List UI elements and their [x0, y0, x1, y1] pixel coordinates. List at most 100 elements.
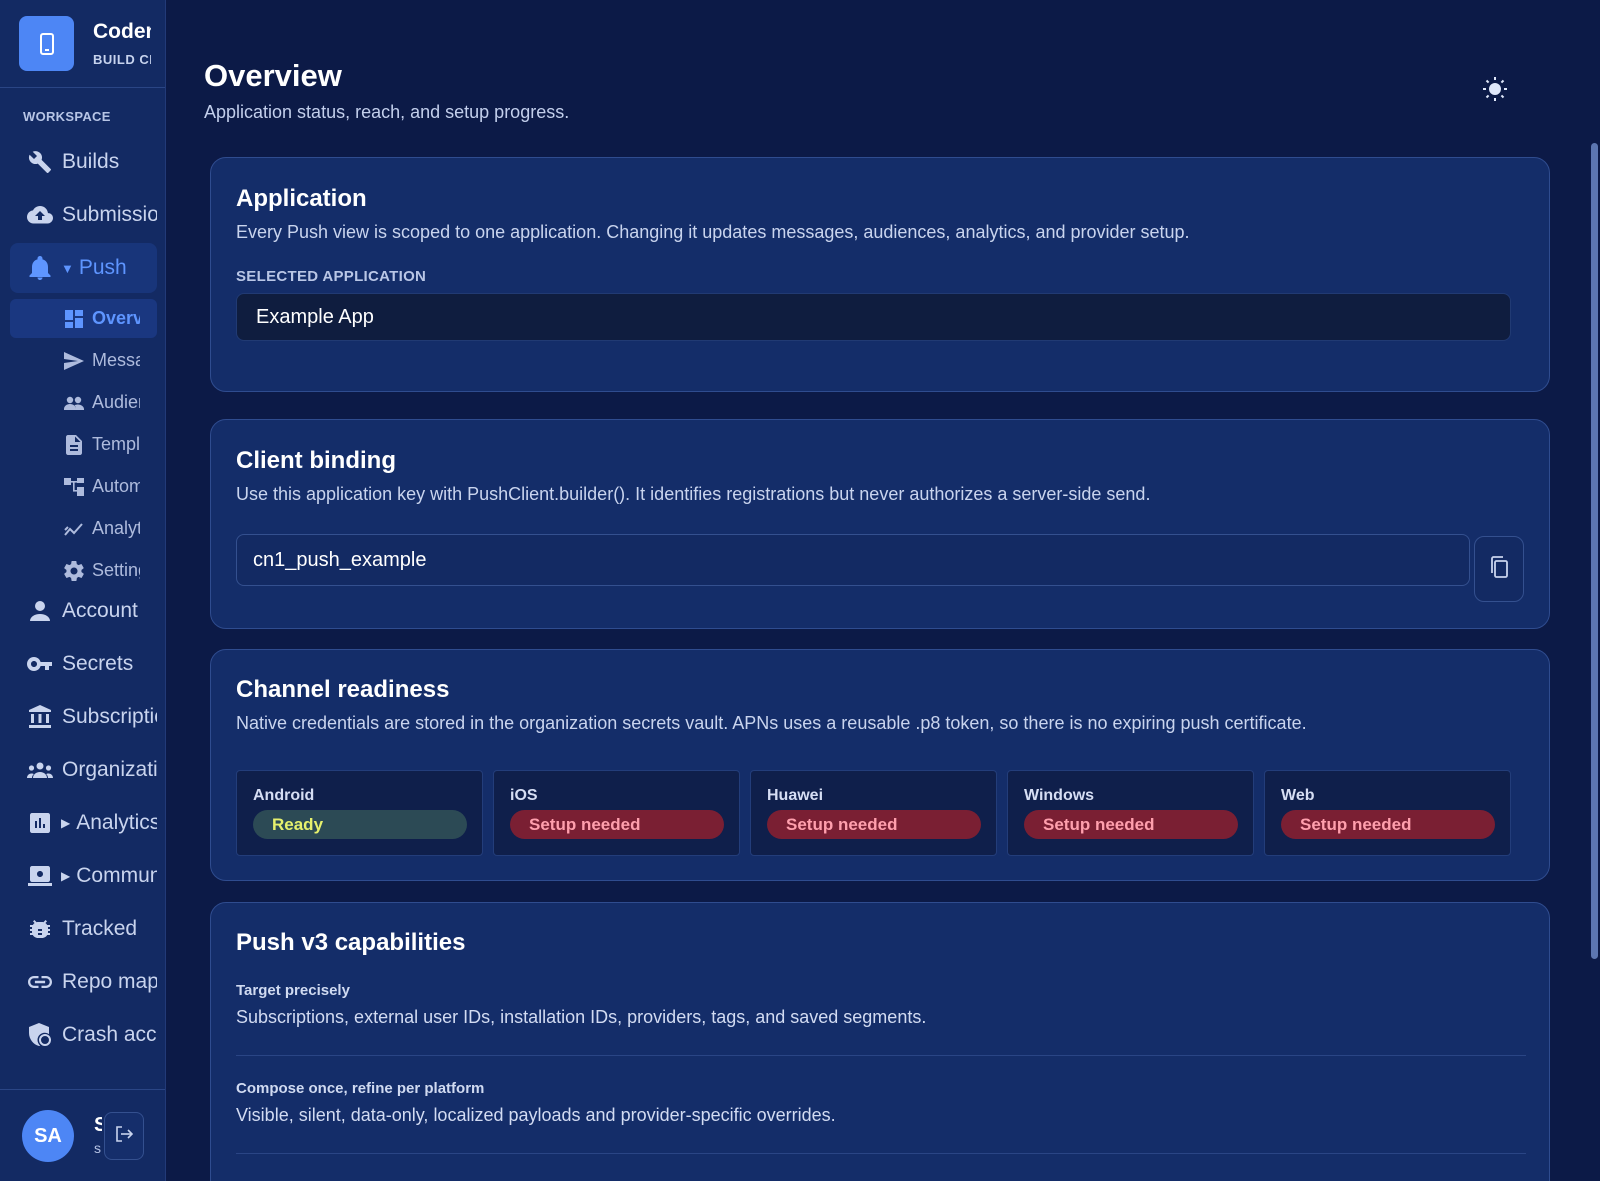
channel-name: Huawei — [767, 787, 824, 804]
application-card: Application Every Push view is scoped to… — [210, 157, 1550, 392]
sidebar-item-organization[interactable]: Organization — [10, 745, 157, 795]
section-label: WORKSPACE — [23, 109, 111, 124]
sidebar-subitem-label: Automations — [92, 476, 140, 496]
channel-readiness-card: Channel readiness Native credentials are… — [210, 649, 1550, 881]
chevron-right-icon: ▶ — [61, 816, 71, 830]
wrench-icon — [27, 149, 53, 175]
divider — [236, 1055, 1526, 1056]
status-badge: Setup needed — [767, 810, 981, 839]
sidebar-subitem-automations[interactable]: Automations — [10, 467, 157, 506]
sidebar-subitem-label: Analytics — [92, 518, 140, 538]
channel-huawei: Huawei Setup needed — [750, 770, 997, 856]
sidebar-item-builds[interactable]: Builds — [10, 137, 157, 187]
status-badge: Setup needed — [1281, 810, 1495, 839]
capability-title: Compose once, refine per platform — [236, 1080, 485, 1097]
client-binding-card: Client binding Use this application key … — [210, 419, 1550, 629]
sidebar-subitem-analytics[interactable]: Analytics — [10, 509, 157, 548]
sidebar-item-secrets[interactable]: Secrets — [10, 639, 157, 689]
sidebar-item-label: Secrets — [62, 652, 134, 675]
sun-icon — [1482, 76, 1508, 107]
sidebar-subitem-settings[interactable]: Settings — [10, 551, 157, 590]
channel-windows: Windows Setup needed — [1007, 770, 1254, 856]
page-title: Overview — [204, 58, 342, 93]
capability-text: Visible, silent, data-only, localized pa… — [236, 1105, 836, 1125]
sidebar-subitem-label: Overview — [92, 308, 140, 328]
sidebar-item-label: Community — [76, 864, 157, 887]
sidebar-subitem-label: Settings — [92, 560, 140, 580]
sidebar-item-label: Repo mapping — [62, 970, 157, 993]
sidebar-item-label: Organization — [62, 758, 157, 781]
sidebar-subitem-label: Templates — [92, 434, 140, 454]
user-bar: SA S s — [0, 1089, 165, 1181]
copy-icon — [1489, 555, 1509, 583]
copy-button[interactable] — [1474, 536, 1524, 602]
channel-android: Android Ready — [236, 770, 483, 856]
channel-web: Web Setup needed — [1264, 770, 1511, 856]
logout-icon — [115, 1125, 134, 1147]
brand-text: Codename One BUILD CLOUD — [93, 20, 151, 67]
avatar[interactable]: SA — [22, 1110, 74, 1162]
sidebar-item-subscription[interactable]: Subscription — [10, 692, 157, 742]
card-title: Client binding — [236, 447, 396, 474]
capability-title: Target precisely — [236, 982, 350, 999]
application-select[interactable]: Example App — [236, 293, 1511, 341]
sidebar-item-tracked[interactable]: Tracked — [10, 904, 157, 954]
send-icon — [64, 351, 84, 371]
sidebar-subitem-audiences[interactable]: Audiences — [10, 383, 157, 422]
sidebar-item-analytics[interactable]: ▶ Analytics — [10, 798, 157, 848]
sidebar-item-label: Crash accounting — [62, 1023, 157, 1046]
sidebar-item-label: Push — [78, 256, 127, 279]
logout-button[interactable] — [104, 1112, 144, 1160]
gear-icon — [64, 560, 84, 581]
sidebar-item-label: Analytics — [76, 811, 157, 834]
trend-icon — [64, 519, 84, 539]
brand-name: Codename One — [93, 20, 151, 43]
divider — [236, 1153, 1526, 1154]
document-icon — [64, 434, 84, 455]
main-content: Overview Application status, reach, and … — [166, 0, 1600, 1181]
sidebar-item-account[interactable]: Account — [10, 586, 157, 636]
sidebar-item-label: Subscription — [62, 705, 157, 728]
sidebar-item-label: Account — [62, 599, 138, 622]
sidebar-item-label: Builds — [62, 150, 120, 173]
sidebar-subitem-label: Messages — [92, 350, 140, 370]
sidebar-subitem-messages[interactable]: Messages — [10, 341, 157, 380]
status-badge: Setup needed — [510, 810, 724, 839]
page-subtitle: Application status, reach, and setup pro… — [204, 102, 570, 122]
bank-icon — [27, 704, 53, 730]
link-icon — [27, 969, 53, 995]
field-label: SELECTED APPLICATION — [236, 268, 427, 285]
user-name: S — [94, 1114, 102, 1137]
sidebar-item-push[interactable]: ▼ Push — [10, 243, 157, 293]
card-title: Channel readiness — [236, 676, 450, 703]
card-title: Application — [236, 185, 367, 212]
sidebar: Codename One BUILD CLOUD WORKSPACE Build… — [0, 0, 166, 1181]
dashboard-icon — [64, 309, 84, 329]
sidebar-item-crash-accounting[interactable]: Crash accounting — [10, 1010, 157, 1060]
people-icon — [64, 393, 84, 413]
cloud-upload-icon — [27, 202, 53, 228]
capability-text: Subscriptions, external user IDs, instal… — [236, 1007, 927, 1027]
sidebar-item-community[interactable]: ▶ Community — [10, 851, 157, 901]
sidebar-subitem-templates[interactable]: Templates — [10, 425, 157, 464]
user-email: s — [94, 1140, 101, 1156]
sidebar-item-repo-mapping[interactable]: Repo mapping — [10, 957, 157, 1007]
sidebar-subitem-overview[interactable]: Overview — [10, 299, 157, 338]
theme-toggle-button[interactable] — [1480, 76, 1510, 106]
person-icon — [27, 598, 53, 624]
channel-list: Android Ready iOS Setup needed Huawei Se… — [236, 770, 1511, 856]
bug-icon — [27, 916, 53, 942]
application-key-input[interactable]: cn1_push_example — [236, 534, 1470, 586]
channel-ios: iOS Setup needed — [493, 770, 740, 856]
sidebar-item-label: Tracked — [62, 917, 138, 940]
sidebar-item-label: Submissions — [62, 203, 157, 226]
sidebar-item-submissions[interactable]: Submissions — [10, 190, 157, 240]
channel-name: Android — [253, 787, 315, 804]
chevron-right-icon: ▶ — [61, 869, 71, 883]
phone-icon — [19, 16, 74, 71]
channel-name: Web — [1281, 787, 1315, 804]
brand[interactable]: Codename One BUILD CLOUD — [0, 0, 165, 88]
capability-item: Target precisely Subscriptions, external… — [236, 982, 1526, 1028]
scrollbar[interactable] — [1591, 143, 1598, 959]
forum-icon — [27, 863, 53, 889]
